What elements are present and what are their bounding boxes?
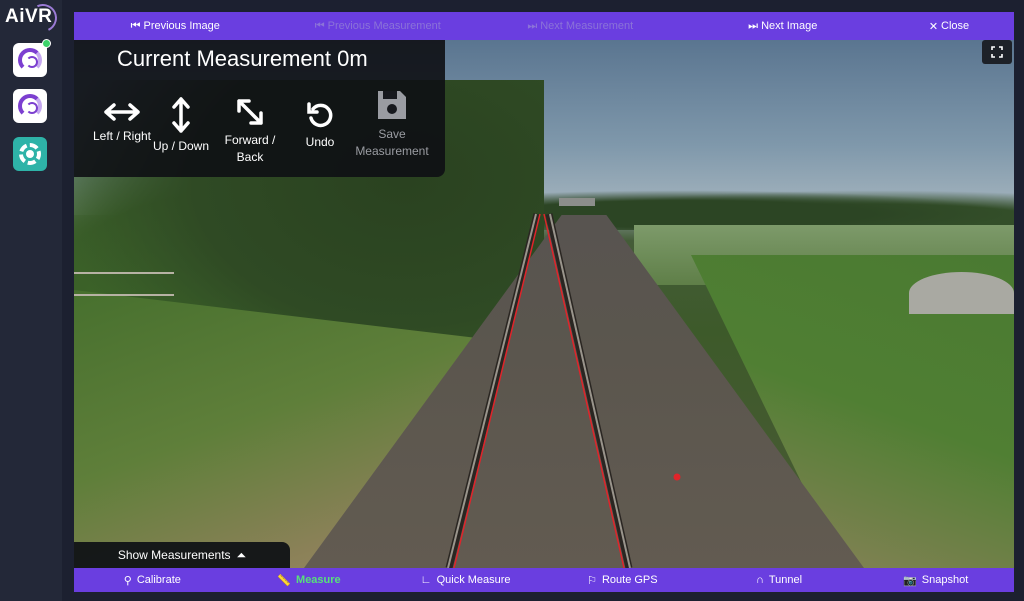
rail-app-button-1[interactable] — [13, 39, 51, 77]
calibrate-button[interactable]: ⚲ Calibrate — [74, 574, 231, 587]
ruler-combined-icon: ∟ — [420, 574, 432, 586]
next-measurement-button[interactable]: ⏭ Next Measurement — [479, 20, 682, 33]
left-rail: AiVR — [0, 0, 62, 601]
fullscreen-button[interactable] — [982, 40, 1012, 64]
next-image-button[interactable]: ⏭ Next Image — [682, 20, 885, 33]
diagonal-arrow-icon — [237, 99, 263, 125]
rail-line-left — [453, 213, 541, 568]
caret-up-icon: ⏶ — [236, 547, 247, 562]
aivr-logo: AiVR — [5, 0, 61, 36]
tunnel-button[interactable]: ∩ Tunnel — [701, 574, 858, 586]
skip-back-icon: ⏮ — [130, 19, 141, 32]
aivr-swirl-icon — [18, 48, 42, 72]
online-status-dot — [42, 39, 51, 48]
previous-measurement-button[interactable]: ⏮ Previous Measurement — [277, 20, 480, 33]
measurement-tools: Left / Right Up / Down Forward / Back Un… — [74, 88, 445, 176]
settings-gear-icon — [19, 143, 41, 165]
aivr-swirl-icon — [18, 94, 42, 118]
undo-icon — [307, 102, 333, 128]
image-viewer: ⏮ Previous Image ⏮ Previous Measurement ⏭ N… — [74, 12, 1014, 592]
rail-settings-button[interactable] — [13, 137, 47, 171]
close-button[interactable]: ✕ Close — [884, 20, 1014, 33]
close-icon: ✕ — [928, 20, 939, 33]
compass-icon: ⚲ — [123, 574, 132, 587]
ruler-icon: 📏 — [277, 574, 292, 587]
undo-tool[interactable]: Undo — [295, 100, 345, 151]
previous-image-button[interactable]: ⏮ Previous Image — [74, 20, 277, 33]
up-down-arrow-icon — [172, 97, 190, 133]
save-floppy-icon — [378, 91, 406, 119]
forward-back-tool[interactable]: Forward / Back — [214, 96, 286, 166]
tunnel-icon: ∩ — [755, 574, 764, 586]
top-toolbar: ⏮ Previous Image ⏮ Previous Measurement ⏭ N… — [74, 12, 1014, 40]
rail-line-right — [543, 213, 625, 568]
left-right-arrow-icon — [104, 103, 140, 121]
snapshot-button[interactable]: 📷 Snapshot — [857, 574, 1014, 587]
show-measurements-toggle[interactable]: Show Measurements ⏶ — [74, 542, 290, 568]
measurement-point — [673, 473, 681, 481]
expand-icon — [991, 46, 1003, 58]
up-down-tool[interactable]: Up / Down — [148, 96, 214, 155]
measure-button[interactable]: 📏 Measure — [231, 574, 388, 587]
step-forward-icon: ⏭ — [527, 19, 538, 32]
rail-app-button-2[interactable] — [13, 89, 47, 123]
current-measurement-title: Current Measurement 0m — [117, 46, 368, 71]
step-back-icon: ⏮ — [314, 19, 325, 32]
route-icon: ⚐ — [587, 574, 597, 587]
skip-forward-icon: ⏭ — [748, 19, 759, 32]
measurement-panel: Current Measurement 0m Left / Right Up /… — [74, 40, 445, 177]
camera-icon: 📷 — [903, 574, 917, 587]
bottom-toolbar: ⚲ Calibrate 📏 Measure ∟ Quick Measure ⚐ Rout… — [74, 568, 1014, 592]
quick-measure-button[interactable]: ∟ Quick Measure — [387, 574, 544, 586]
route-gps-button[interactable]: ⚐ Route GPS — [544, 574, 701, 587]
save-measurement-tool[interactable]: Save Measurement — [347, 88, 437, 160]
